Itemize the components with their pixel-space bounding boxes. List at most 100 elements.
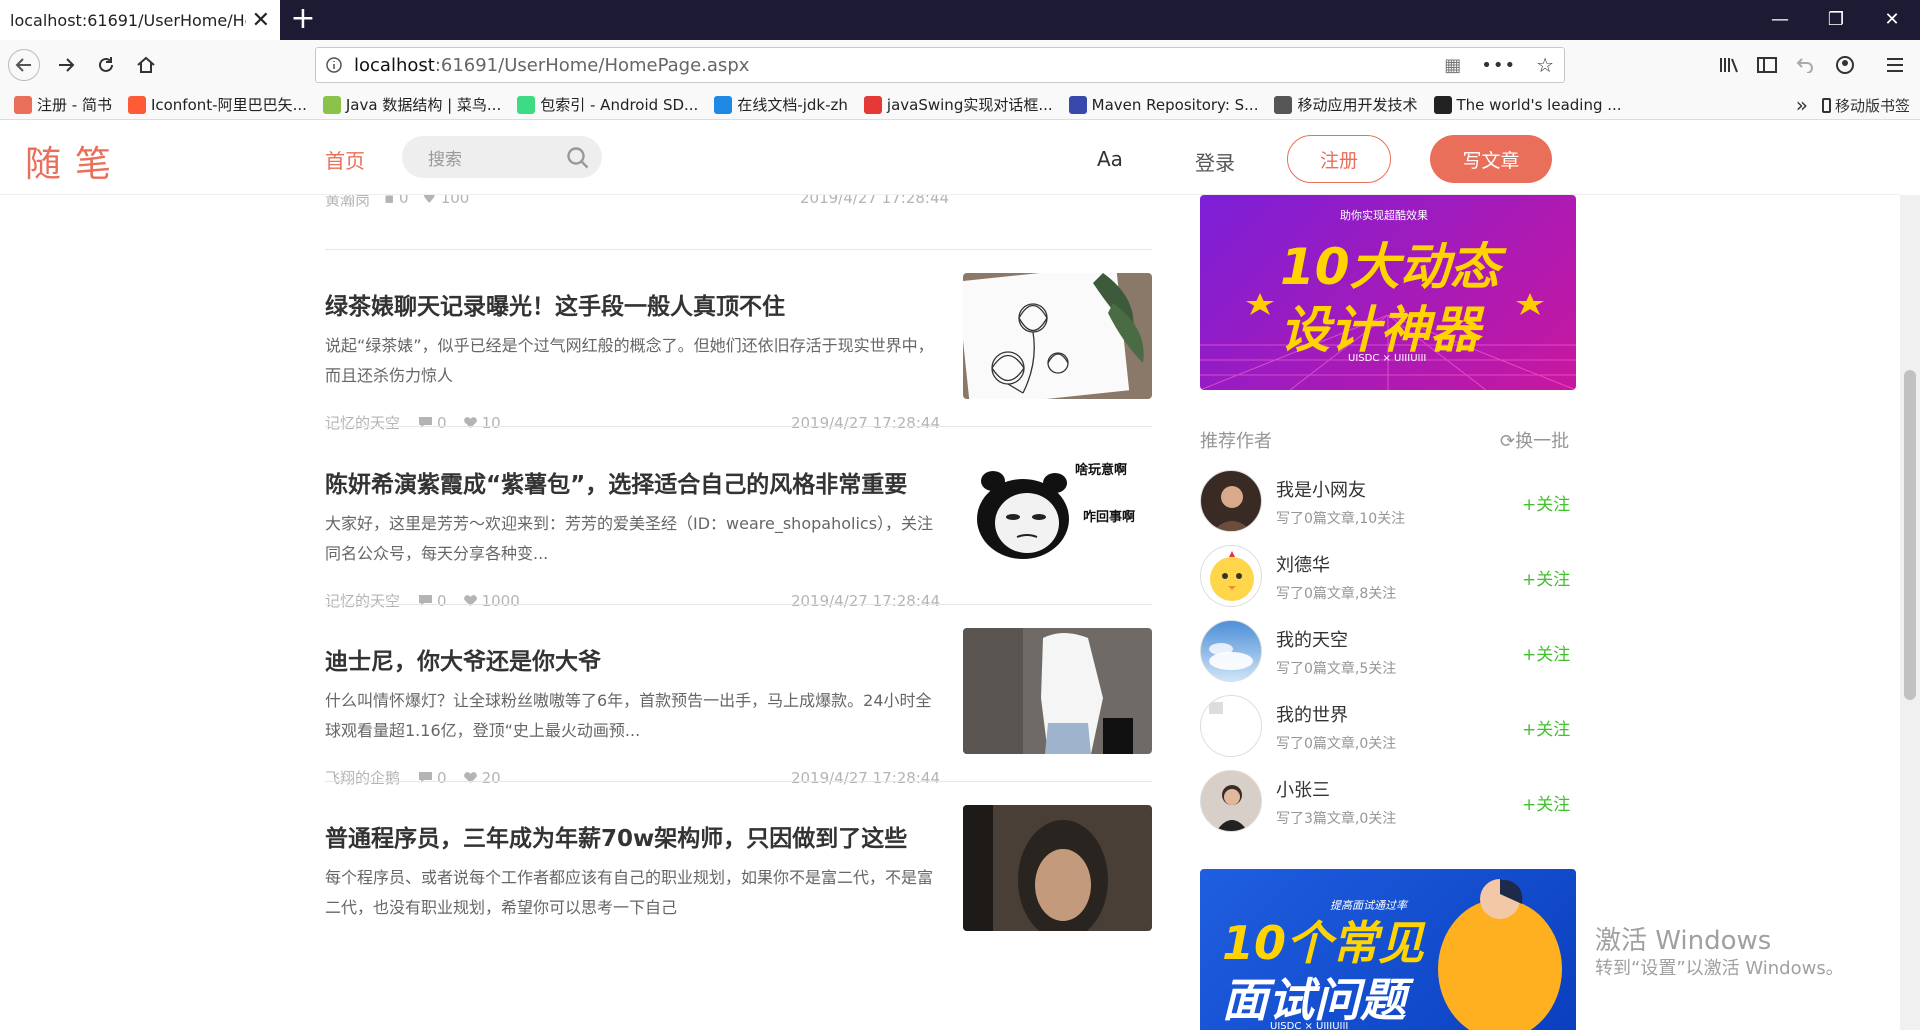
bookmark-item[interactable]: 在线文档-jdk-zh — [714, 94, 848, 115]
site-logo[interactable]: 随笔 — [25, 135, 125, 187]
avatar[interactable] — [1200, 470, 1262, 532]
follow-button[interactable]: +关注 — [1522, 790, 1570, 815]
scrollbar-thumb[interactable] — [1904, 370, 1916, 700]
avatar[interactable] — [1200, 620, 1262, 682]
follow-button[interactable]: +关注 — [1522, 640, 1570, 665]
bookmark-item[interactable]: javaSwing实现对话框... — [863, 94, 1053, 115]
article-thumbnail[interactable]: 啥玩意啊 咋回事啊 — [963, 451, 1152, 577]
author-info: 写了0篇文章,5关注 — [1276, 661, 1397, 677]
mobile-bookmarks[interactable]: 移动版书签 — [1821, 90, 1910, 120]
avatar[interactable] — [1200, 545, 1262, 607]
tab-title: localhost:61691/UserHome/Hom — [10, 10, 246, 30]
reload-icon[interactable] — [90, 49, 122, 81]
article-title[interactable]: 普通程序员，三年成为年薪70w架构师，只因做到了这些 — [325, 819, 955, 853]
bookmark-item[interactable]: 包索引 - Android SD... — [517, 94, 698, 115]
author-info: 写了3篇文章,0关注 — [1276, 811, 1397, 827]
article-meta: 记忆的天空 0 10 2019/4/27 17:28:44 — [325, 412, 940, 433]
like-count: 20 — [463, 769, 501, 787]
browser-tab[interactable]: localhost:61691/UserHome/Hom ✕ — [0, 0, 280, 40]
article-author[interactable]: 记忆的天空 — [325, 412, 400, 433]
article-date: 2019/4/27 17:28:44 — [790, 591, 940, 610]
article-thumbnail[interactable] — [963, 628, 1152, 754]
author-item: 我的世界 写了0篇文章,0关注 +关注 — [1200, 695, 1576, 765]
banner-headline: 设计神器 — [1280, 301, 1480, 359]
follow-button[interactable]: +关注 — [1522, 565, 1570, 590]
forward-icon[interactable] — [50, 49, 82, 81]
heart-icon — [463, 417, 477, 428]
undo-icon[interactable] — [1790, 50, 1820, 80]
follow-button[interactable]: +关注 — [1522, 715, 1570, 740]
url-path: :61691/UserHome/HomePage.aspx — [434, 54, 750, 76]
partial-author[interactable]: 黄瀚岗 — [325, 195, 370, 210]
ad-banner-design-tools[interactable]: 助你实现超酷效果 10大动态 设计神器 UISDC × UIIIUIII — [1200, 195, 1576, 390]
divider — [325, 426, 1152, 427]
refresh-authors-button[interactable]: ⟳换一批 — [1500, 427, 1569, 453]
comment-count: 0 — [418, 414, 447, 432]
write-article-button[interactable]: 写文章 — [1430, 135, 1552, 183]
close-tab-icon[interactable]: ✕ — [252, 8, 270, 33]
restore-icon[interactable]: ❐ — [1808, 0, 1864, 40]
author-name[interactable]: 小张三 — [1276, 776, 1330, 802]
doc-icon — [714, 95, 733, 114]
article-item: 普通程序员，三年成为年薪70w架构师，只因做到了这些 每个程序员、或者说每个工作… — [325, 805, 1152, 1019]
android-icon — [517, 95, 536, 114]
author-name[interactable]: 我是小网友 — [1276, 476, 1366, 502]
article-title[interactable]: 迪士尼，你大爷还是你大爷 — [325, 642, 955, 676]
more-actions-icon[interactable]: ••• — [1481, 55, 1516, 76]
new-tab-icon[interactable]: + — [285, 2, 321, 38]
article-abstract: 大家好，这里是芳芳～欢迎来到：芳芳的爱美圣经（ID：weare_shopahol… — [325, 514, 934, 563]
bookmark-item[interactable]: The world's leading ... — [1433, 95, 1622, 114]
author-info: 写了0篇文章,10关注 — [1276, 511, 1406, 527]
menu-icon[interactable] — [1880, 50, 1910, 80]
bookmarks-bar: 注册 - 简书 Iconfont-阿里巴巴矢... Java 数据结构 | 菜鸟..… — [0, 90, 1920, 120]
article-abstract: 说起“绿茶婊”，似乎已经是个过气网红般的概念了。但她们还依旧存活于现实世界中，而… — [325, 336, 934, 385]
avatar[interactable] — [1200, 770, 1262, 832]
follow-button[interactable]: +关注 — [1522, 490, 1570, 515]
bookmark-item[interactable]: Maven Repository: S... — [1068, 95, 1258, 114]
phone-icon — [1821, 97, 1831, 113]
search-icon[interactable] — [566, 146, 590, 174]
home-icon[interactable] — [130, 49, 162, 81]
heart-icon — [463, 772, 477, 783]
bookmark-label: 在线文档-jdk-zh — [737, 96, 848, 114]
bookmark-item[interactable]: Iconfont-阿里巴巴矢... — [127, 94, 307, 115]
sidebar-toggle-icon[interactable] — [1752, 50, 1782, 80]
ad-banner-interview[interactable]: 提高面试通过率 10个常见 面试问题 UISDC × UIIIUIII — [1200, 869, 1576, 1030]
bookmark-item[interactable]: 注册 - 简书 — [14, 94, 112, 115]
qr-code-icon[interactable]: ▦ — [1444, 55, 1461, 76]
article-title[interactable]: 陈妍希演紫霞成“紫薯包”，选择适合自己的风格非常重要 — [325, 465, 955, 499]
font-size-toggle[interactable]: Aa — [1097, 147, 1123, 171]
account-icon[interactable] — [1830, 50, 1860, 80]
bookmark-item[interactable]: Java 数据结构 | 菜鸟... — [322, 94, 501, 115]
nav-home-link[interactable]: 首页 — [325, 145, 365, 174]
register-button[interactable]: 注册 — [1287, 135, 1391, 183]
partial-date: 2019/4/27 17:28:44 — [800, 195, 950, 207]
browser-tab-bar: localhost:61691/UserHome/Hom ✕ + — ❐ ✕ — [0, 0, 1920, 40]
login-link[interactable]: 登录 — [1195, 147, 1235, 176]
article-thumbnail[interactable] — [963, 805, 1152, 931]
article-author[interactable]: 记忆的天空 — [325, 590, 400, 611]
bookmark-item[interactable]: 移动应用开发技术 — [1274, 94, 1418, 115]
author-info: 写了0篇文章,0关注 — [1276, 736, 1397, 752]
avatar[interactable] — [1200, 695, 1262, 757]
article-date: 2019/4/27 17:28:44 — [790, 413, 940, 432]
banner-small-text: 助你实现超酷效果 — [1340, 209, 1428, 222]
back-icon[interactable] — [8, 49, 40, 81]
author-name[interactable]: 我的世界 — [1276, 701, 1348, 727]
article-author[interactable]: 飞翔的企鹅 — [325, 767, 400, 788]
minimize-icon[interactable]: — — [1752, 0, 1808, 40]
author-name[interactable]: 刘德华 — [1276, 551, 1330, 577]
article-thumbnail[interactable] — [963, 273, 1152, 399]
more-bookmarks-icon[interactable]: » — [1796, 93, 1808, 117]
author-name[interactable]: 我的天空 — [1276, 626, 1348, 652]
bookmark-star-icon[interactable]: ☆ — [1536, 53, 1554, 77]
info-icon[interactable] — [326, 57, 342, 73]
library-icon[interactable] — [1714, 50, 1744, 80]
url-bar[interactable]: localhost:61691/UserHome/HomePage.aspx ▦… — [315, 47, 1565, 83]
window-close-icon[interactable]: ✕ — [1864, 0, 1920, 40]
heart-icon: ♥ 100 — [423, 195, 470, 210]
article-title[interactable]: 绿茶婊聊天记录曝光！这手段一般人真顶不住 — [325, 287, 955, 321]
url-host: localhost — [354, 54, 435, 76]
comment-icon — [419, 772, 433, 783]
comments-value: 0 — [437, 413, 447, 432]
